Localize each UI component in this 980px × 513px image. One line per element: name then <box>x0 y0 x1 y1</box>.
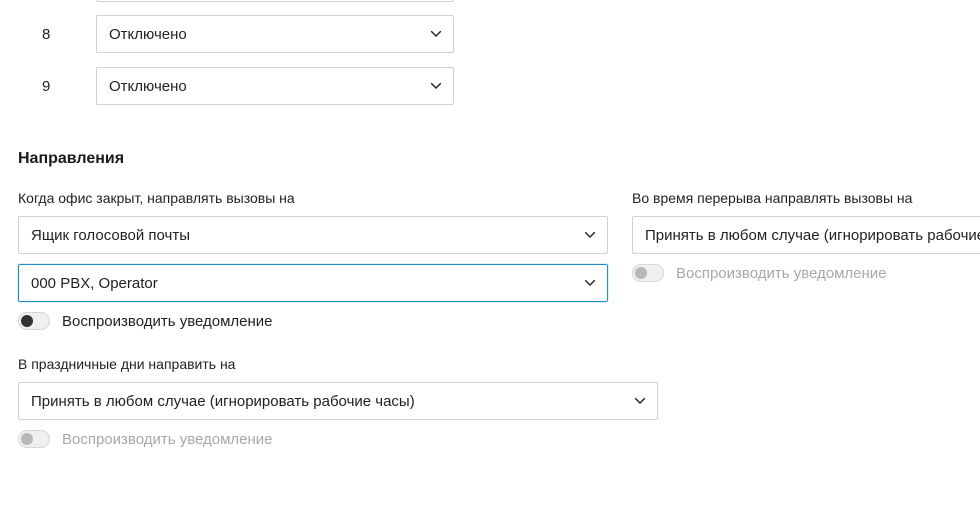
dropdown-value: 000 PBX, Operator <box>31 275 158 292</box>
toggle-knob <box>21 315 33 327</box>
chevron-down-icon <box>431 31 441 37</box>
slot-select-8[interactable]: Отключено <box>96 15 454 53</box>
toggle-knob <box>21 433 33 445</box>
office-closed-notify-label: Воспроизводить уведомление <box>62 313 273 330</box>
holidays-label: В праздничные дни направить на <box>18 356 632 372</box>
office-closed-extension-select[interactable]: 000 PBX, Operator <box>18 264 608 302</box>
office-closed-notify-toggle[interactable] <box>18 312 50 330</box>
directions-heading: Направления <box>18 150 980 168</box>
office-closed-destination-select[interactable]: Ящик голосовой почты <box>18 216 608 254</box>
holidays-destination-select[interactable]: Принять в любом случае (игнорировать раб… <box>18 382 658 420</box>
break-notify-toggle[interactable] <box>632 264 664 282</box>
holidays-notify-toggle[interactable] <box>18 430 50 448</box>
toggle-knob <box>635 267 647 279</box>
dropdown-value: Ящик голосовой почты <box>31 227 190 244</box>
chevron-down-icon <box>431 83 441 89</box>
chevron-down-icon <box>585 232 595 238</box>
dropdown-value: Принять в любом случае (игнорировать раб… <box>645 227 980 244</box>
break-destination-select[interactable]: Принять в любом случае (игнорировать раб… <box>632 216 980 254</box>
chevron-down-icon <box>635 398 645 404</box>
slot-select-label: Отключено <box>109 26 187 43</box>
dropdown-value: Принять в любом случае (игнорировать раб… <box>31 393 415 410</box>
slot-number-9: 9 <box>18 78 96 95</box>
holidays-notify-label: Воспроизводить уведомление <box>62 431 273 448</box>
slot-select-9[interactable]: Отключено <box>96 67 454 105</box>
break-label: Во время перерыва направлять вызовы на <box>632 190 980 206</box>
break-notify-label: Воспроизводить уведомление <box>676 265 887 282</box>
slot-number-8: 8 <box>18 26 96 43</box>
slot-select-label: Отключено <box>109 78 187 95</box>
office-closed-label: Когда офис закрыт, направлять вызовы на <box>18 190 632 206</box>
chevron-down-icon <box>585 280 595 286</box>
